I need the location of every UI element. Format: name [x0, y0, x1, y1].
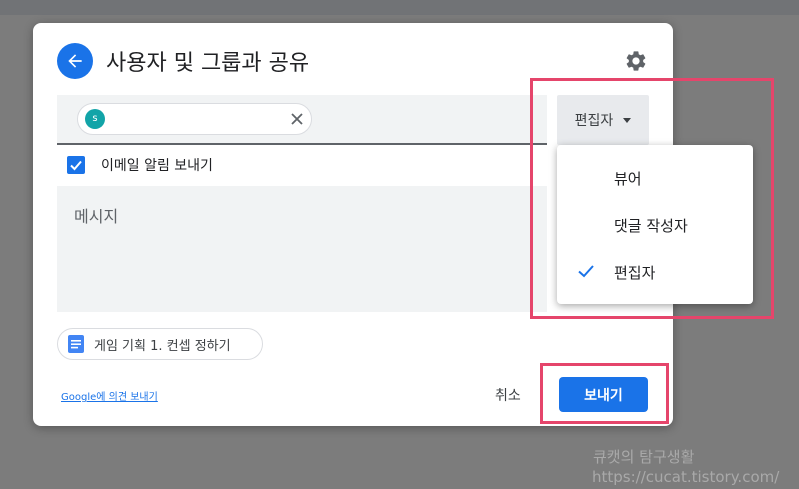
recipient-chip[interactable]: s [77, 103, 312, 135]
watermark-title: 큐캣의 탐구생활 [593, 448, 695, 466]
avatar: s [85, 109, 105, 129]
checkbox-checked-icon [70, 160, 82, 171]
back-button[interactable] [57, 43, 93, 79]
close-icon [291, 113, 303, 125]
message-placeholder: 메시지 [74, 207, 119, 226]
annotation-highlight-send-button [540, 363, 669, 424]
settings-button[interactable] [624, 49, 648, 73]
document-chip[interactable]: 게임 기획 1. 컨셉 정하기 [57, 328, 263, 360]
message-textarea[interactable]: 메시지 [57, 186, 547, 312]
people-input-area[interactable]: s [57, 95, 547, 145]
annotation-highlight-role-menu [530, 78, 774, 319]
cancel-button[interactable]: 취소 [495, 385, 521, 405]
feedback-link[interactable]: Google에 의견 보내기 [61, 388, 158, 403]
notify-label: 이메일 알림 보내기 [101, 158, 213, 174]
notify-row[interactable]: 이메일 알림 보내기 [67, 154, 213, 176]
gear-icon [626, 51, 646, 71]
browser-top-strip [0, 0, 799, 15]
watermark-url: https://cucat.tistory.com/ [592, 468, 780, 486]
document-chip-label: 게임 기획 1. 컨셉 정하기 [94, 338, 231, 354]
google-docs-icon [68, 335, 84, 353]
remove-recipient-button[interactable] [289, 111, 305, 127]
dialog-title: 사용자 및 그룹과 공유 [106, 51, 310, 76]
arrow-left-icon [68, 54, 82, 68]
notify-checkbox[interactable] [67, 156, 85, 174]
